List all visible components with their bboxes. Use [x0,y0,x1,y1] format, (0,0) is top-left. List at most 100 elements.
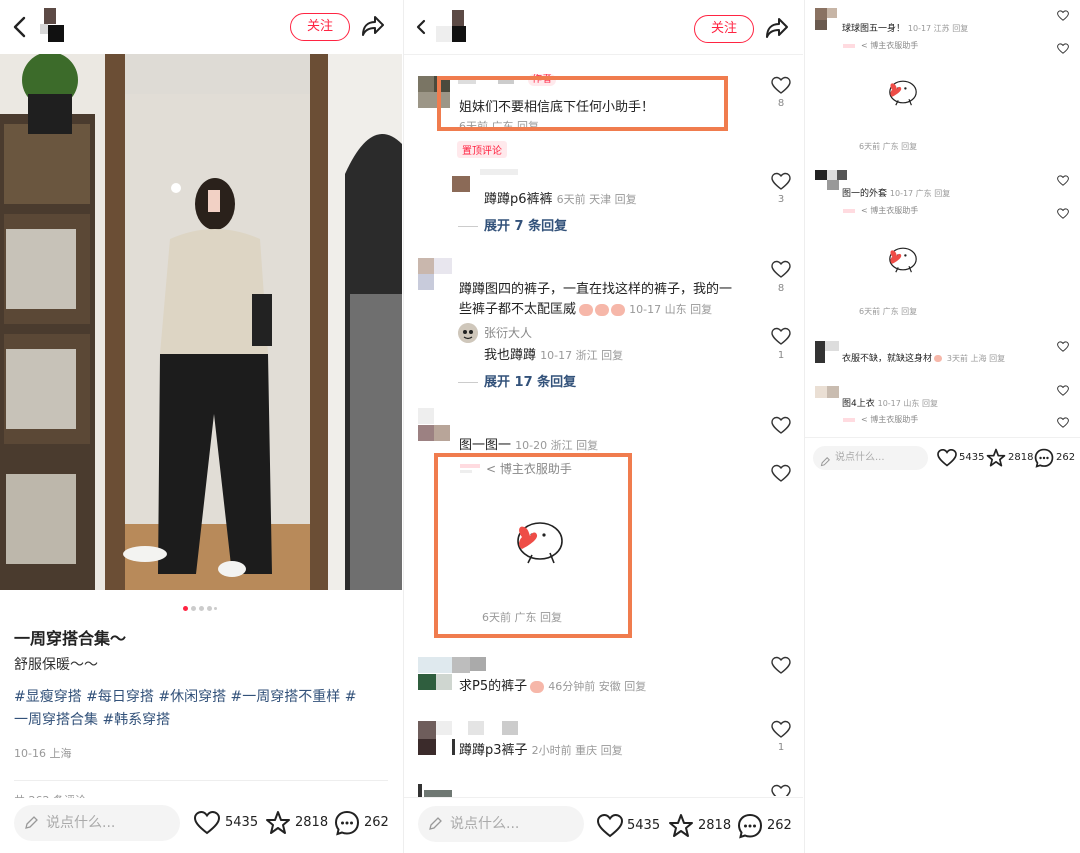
sticker-image[interactable] [885,243,921,275]
sticker-icon [611,303,626,316]
bottom-bar: 说点什么... 5435 2818 262 [404,797,803,853]
comment-text-line1: 蹲蹲图四的裤子，一直在找这样的裤子，我的一 [459,282,733,297]
comment-like-count: 1 [777,742,785,753]
comment-input[interactable]: 说点什么... [14,805,180,841]
comment-avatar[interactable] [418,258,454,290]
reply-like-icon[interactable] [1057,43,1069,55]
comment-text: 蹲蹲p3裤子 2小时前 重庆 回复 [459,743,623,758]
comment-text: 求P5的裤子 46分钟前 安徽 回复 [459,679,647,694]
comment-text: 图4上衣 10-17 山东 回复 [842,399,938,409]
reply-username-mosaic [480,169,520,177]
comment-text: 球球图五一身！ 10-17 江苏 回复 [842,24,969,34]
header-divider [404,54,803,55]
post-tags-line2[interactable]: 一周穿搭合集 #韩系穿搭 [14,709,170,729]
expand-replies-button[interactable]: 展开 17 条回复 [458,371,576,390]
sticker-icon [579,303,594,316]
reply-avatar[interactable] [458,323,478,343]
pinned-tag: 置顶评论 [457,141,507,158]
comment-like-icon[interactable] [1057,10,1069,22]
star-count: 2818 [295,815,329,830]
follow-button[interactable]: 关注 [290,13,350,41]
expand-replies-button[interactable]: 展开 7 条回复 [458,215,567,234]
like-icon[interactable] [193,810,221,839]
star-icon[interactable] [265,810,291,840]
comment-input[interactable]: 说点什么... [418,806,584,842]
like-count: 5435 [959,452,985,463]
sticker-icon [530,680,545,693]
comment-like-icon[interactable] [1057,175,1069,187]
comment-count: 262 [767,818,792,833]
comments-panel-small: 球球图五一身！ 10-17 江苏 回复 < 博主衣服助手 6天前 广东 回复 图… [804,0,1080,853]
pencil-icon [24,815,38,834]
bottom-bar-divider [805,437,1080,438]
comment-icon[interactable] [334,810,360,840]
comment-like-count: 8 [777,283,785,294]
comment-like-icon[interactable] [771,76,791,96]
comment-like-count: 8 [777,98,785,109]
star-icon[interactable] [986,448,1006,472]
comment-text: 衣服不缺，就缺这身材 3天前 上海 回复 [842,354,1006,364]
reply-text: 蹲蹲p6裤裤 6天前 天津 回复 [484,192,637,207]
reply-meta: 6天前 广东 回复 [859,142,918,151]
reply-like-icon[interactable] [771,464,791,484]
reply-username[interactable]: < 博主衣服助手 [843,40,918,51]
back-icon[interactable] [414,18,428,36]
pencil-icon [428,816,442,835]
comment-like-icon[interactable] [771,784,791,796]
post-panel: 关注 一周穿搭合集～ 舒服保暖～～ #显瘦穿搭 #每日穿搭 #休闲穿搭 #一周穿… [0,0,402,853]
star-count: 2818 [1008,452,1034,463]
carousel-indicator [183,606,223,612]
reply-like-count: 3 [777,194,785,205]
comment-like-icon[interactable] [771,416,791,436]
star-icon[interactable] [668,813,694,843]
comment-like-icon[interactable] [1057,385,1069,397]
reply-avatar[interactable] [452,176,470,192]
highlight-box [437,76,728,131]
like-count: 5435 [627,818,661,833]
sticker-image[interactable] [885,76,921,108]
share-icon[interactable] [764,16,790,40]
post-description: 舒服保暖～～ [14,657,98,673]
follow-button[interactable]: 关注 [694,15,754,43]
like-icon[interactable] [596,813,624,842]
like-icon[interactable] [937,448,957,471]
reply-username[interactable]: < 博主衣服助手 [843,205,918,216]
comment-like-icon[interactable] [771,260,791,280]
reply-like-count: 1 [777,350,785,361]
avatar[interactable] [436,10,472,44]
comment-text: 图一的外套 10-17 广东 回复 [842,189,951,199]
comment-icon[interactable] [737,813,763,843]
comment-like-icon[interactable] [771,720,791,740]
comment-avatar[interactable] [418,408,454,442]
reply-username[interactable]: 张衍大人 [484,324,532,341]
comment-count: 262 [364,815,389,830]
sticker-icon [595,303,610,316]
comment-input[interactable]: 说点什么... [813,446,928,470]
reply-meta: 6天前 广东 回复 [859,307,918,316]
reply-like-icon[interactable] [771,172,791,192]
comments-panel: 关注 作者 姐妹们不要相信底下任何小助手！ 6天前 广东 回复 置顶评论 8 蹲… [403,0,803,853]
post-date: 10-16 上海 [14,747,72,760]
reply-like-icon[interactable] [1057,417,1069,429]
comment-like-icon[interactable] [771,656,791,676]
comment-icon[interactable] [1034,448,1054,472]
reply-username[interactable]: < 博主衣服助手 [843,414,918,425]
star-count: 2818 [698,818,732,833]
reply-like-icon[interactable] [1057,208,1069,220]
post-tags-line1[interactable]: #显瘦穿搭 #每日穿搭 #休闲穿搭 #一周穿搭不重样 # [14,686,356,706]
reply-like-icon[interactable] [771,327,791,347]
comment-count: 262 [1056,452,1076,463]
comment-avatar[interactable] [815,341,841,363]
avatar[interactable] [40,8,68,42]
comment-like-icon[interactable] [1057,341,1069,353]
divider [14,780,388,781]
comment-text-line2: 些裤子都不太配匡威 10-17 山东 回复 [459,302,713,317]
sticker-icon [934,355,943,362]
comment-avatar[interactable] [815,8,839,32]
like-count: 5435 [225,815,259,830]
share-icon[interactable] [360,14,386,38]
post-photo[interactable] [0,54,402,590]
post-title: 一周穿搭合集～ [14,629,127,648]
back-icon[interactable] [10,16,30,38]
pencil-icon [820,452,830,471]
